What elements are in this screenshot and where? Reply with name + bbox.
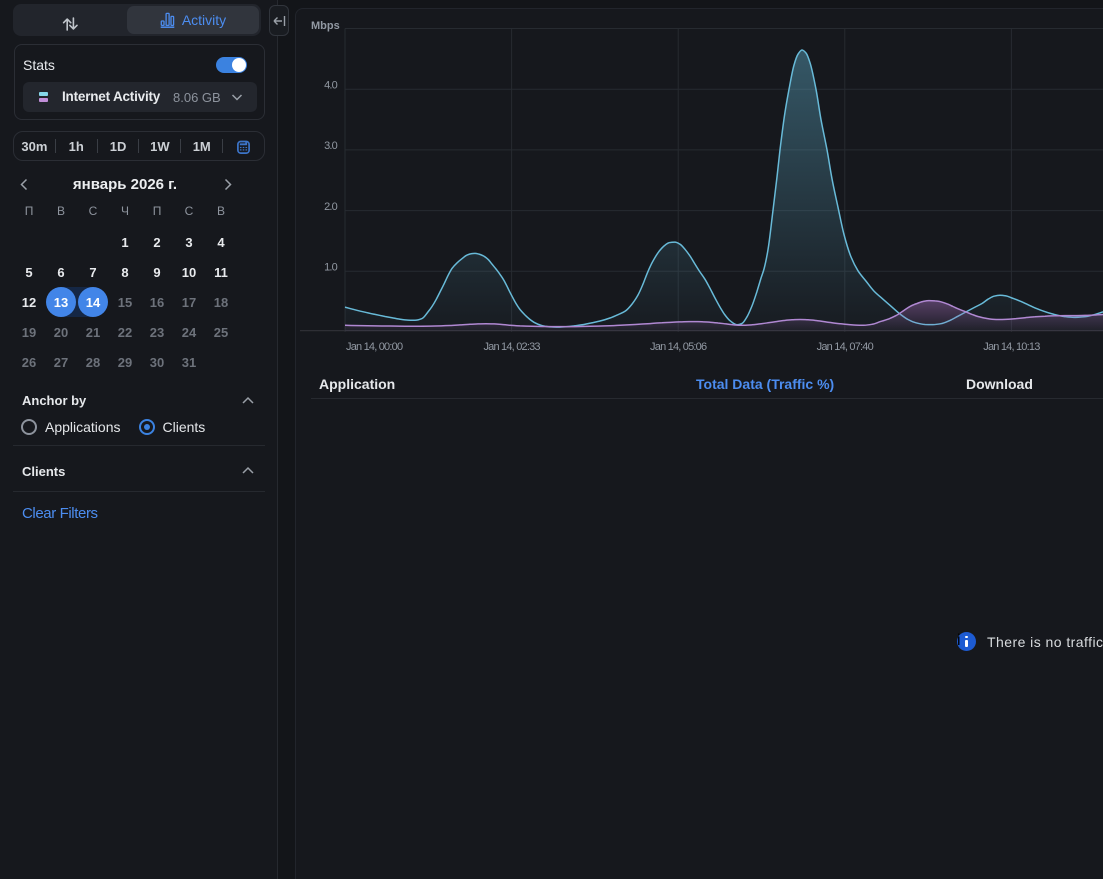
svg-text:4.0: 4.0 <box>324 80 338 92</box>
svg-text:3.0: 3.0 <box>324 140 338 152</box>
svg-text:2.0: 2.0 <box>324 201 338 213</box>
svg-text:Jan 14, 02:33: Jan 14, 02:33 <box>483 341 540 353</box>
svg-text:Jan 14, 10:13: Jan 14, 10:13 <box>983 341 1040 353</box>
svg-text:Jan 14, 05:06: Jan 14, 05:06 <box>650 341 707 353</box>
svg-text:1.0: 1.0 <box>324 262 338 274</box>
svg-text:Jan 14, 00:00: Jan 14, 00:00 <box>346 341 403 353</box>
svg-text:Mbps: Mbps <box>311 20 340 32</box>
svg-text:Jan 14, 07:40: Jan 14, 07:40 <box>817 341 874 353</box>
